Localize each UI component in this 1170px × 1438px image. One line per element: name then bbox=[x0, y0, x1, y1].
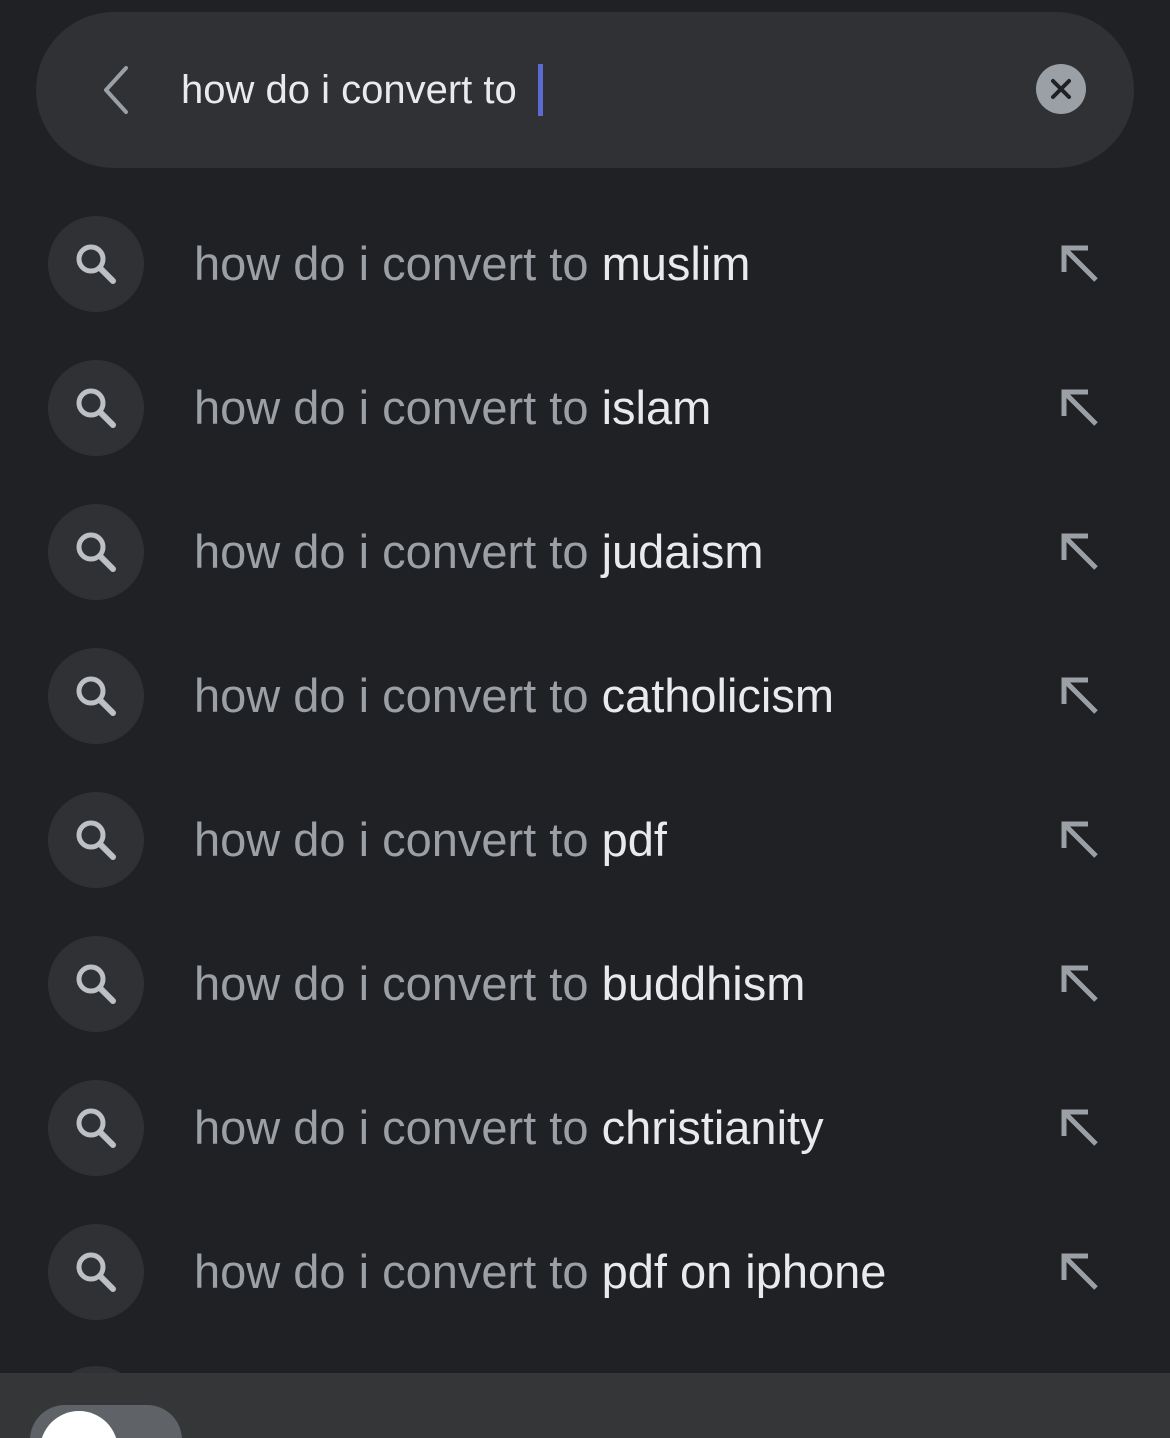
fill-query-button[interactable] bbox=[1050, 666, 1110, 726]
fill-query-button[interactable] bbox=[1050, 954, 1110, 1014]
suggestion-item[interactable]: how do i convert to christianity bbox=[0, 1056, 1170, 1200]
suggestion-search-icon-circle bbox=[48, 216, 144, 312]
suggestion-search-icon-circle bbox=[48, 360, 144, 456]
suggestion-completion: buddhism bbox=[601, 957, 806, 1010]
suggestion-search-icon-circle bbox=[48, 504, 144, 600]
suggestion-item[interactable]: how do i convert to islam bbox=[0, 336, 1170, 480]
suggestion-text: how do i convert to catholicism bbox=[194, 664, 834, 728]
clear-search-button[interactable] bbox=[1036, 64, 1086, 114]
arrow-up-left-icon bbox=[1061, 1253, 1098, 1290]
search-icon bbox=[76, 964, 116, 1004]
fill-query-button[interactable] bbox=[1050, 234, 1110, 294]
suggestion-search-icon-circle bbox=[48, 1224, 144, 1320]
arrow-up-left-icon bbox=[1061, 1109, 1098, 1146]
suggestion-text: how do i convert to judaism bbox=[194, 520, 764, 584]
arrow-up-left-icon bbox=[1061, 533, 1098, 570]
suggestion-text: how do i convert to muslim bbox=[194, 232, 750, 296]
suggestion-prefix: how do i convert to bbox=[194, 813, 602, 866]
search-bar[interactable]: how do i convert to bbox=[36, 12, 1134, 168]
suggestion-list: how do i convert to muslim how do i conv… bbox=[0, 192, 1170, 1344]
suggestion-completion: christianity bbox=[601, 1101, 824, 1154]
fill-query-button[interactable] bbox=[1050, 810, 1110, 870]
fill-query-button[interactable] bbox=[1050, 378, 1110, 438]
suggestion-completion: pdf on iphone bbox=[601, 1245, 887, 1298]
suggestion-item[interactable]: how do i convert to muslim bbox=[0, 192, 1170, 336]
suggestion-search-icon-circle bbox=[48, 792, 144, 888]
arrow-up-left-icon bbox=[1061, 965, 1098, 1002]
close-icon bbox=[1051, 79, 1071, 99]
suggestion-item[interactable]: how do i convert to pdf bbox=[0, 768, 1170, 912]
arrow-up-left-icon bbox=[1061, 821, 1098, 858]
search-page: how do i convert to how do i convert to … bbox=[0, 0, 1170, 1438]
suggestion-item[interactable]: how do i convert to pdf on iphone bbox=[0, 1200, 1170, 1344]
suggestion-completion: islam bbox=[601, 381, 712, 434]
suggestion-prefix: how do i convert to bbox=[194, 669, 602, 722]
search-icon bbox=[76, 532, 116, 572]
suggestion-prefix: how do i convert to bbox=[194, 237, 602, 290]
arrow-up-left-icon bbox=[1061, 389, 1098, 426]
suggestion-prefix: how do i convert to bbox=[194, 1101, 602, 1154]
search-icon bbox=[76, 1252, 116, 1292]
suggestion-text: how do i convert to islam bbox=[194, 376, 711, 440]
arrow-up-left-icon bbox=[1061, 677, 1098, 714]
suggestion-item[interactable]: how do i convert to catholicism bbox=[0, 624, 1170, 768]
back-button[interactable] bbox=[80, 54, 152, 126]
bottom-bar bbox=[0, 1373, 1170, 1438]
suggestion-text: how do i convert to christianity bbox=[194, 1096, 824, 1160]
search-icon bbox=[76, 1108, 116, 1148]
fill-query-button[interactable] bbox=[1050, 1098, 1110, 1158]
suggestion-prefix: how do i convert to bbox=[194, 957, 602, 1010]
search-icon bbox=[76, 388, 116, 428]
suggestion-text: how do i convert to buddhism bbox=[194, 952, 805, 1016]
arrow-up-left-icon bbox=[1061, 245, 1098, 282]
text-caret bbox=[537, 64, 543, 116]
search-icon bbox=[76, 676, 116, 716]
suggestion-search-icon-circle bbox=[48, 648, 144, 744]
suggestion-item[interactable]: how do i convert to judaism bbox=[0, 480, 1170, 624]
suggestion-item[interactable]: how do i convert to buddhism bbox=[0, 912, 1170, 1056]
suggestion-prefix: how do i convert to bbox=[194, 525, 602, 578]
suggestion-text: how do i convert to pdf bbox=[194, 808, 667, 872]
suggestion-completion: catholicism bbox=[601, 669, 835, 722]
suggestion-search-icon-circle bbox=[48, 1080, 144, 1176]
suggestion-text: how do i convert to pdf on iphone bbox=[194, 1240, 886, 1304]
suggestion-prefix: how do i convert to bbox=[194, 381, 602, 434]
suggestion-completion: judaism bbox=[601, 525, 764, 578]
search-icon bbox=[76, 244, 116, 284]
suggestion-completion: muslim bbox=[601, 237, 751, 290]
search-icon bbox=[76, 820, 116, 860]
search-input[interactable]: how do i convert to bbox=[181, 62, 543, 118]
fill-query-button[interactable] bbox=[1050, 1242, 1110, 1302]
chevron-left-icon bbox=[104, 66, 128, 114]
suggestion-prefix: how do i convert to bbox=[194, 1245, 602, 1298]
suggestion-search-icon-circle bbox=[48, 936, 144, 1032]
suggestion-completion: pdf bbox=[601, 813, 667, 866]
search-query-text: how do i convert to bbox=[181, 67, 528, 112]
fill-query-button[interactable] bbox=[1050, 522, 1110, 582]
